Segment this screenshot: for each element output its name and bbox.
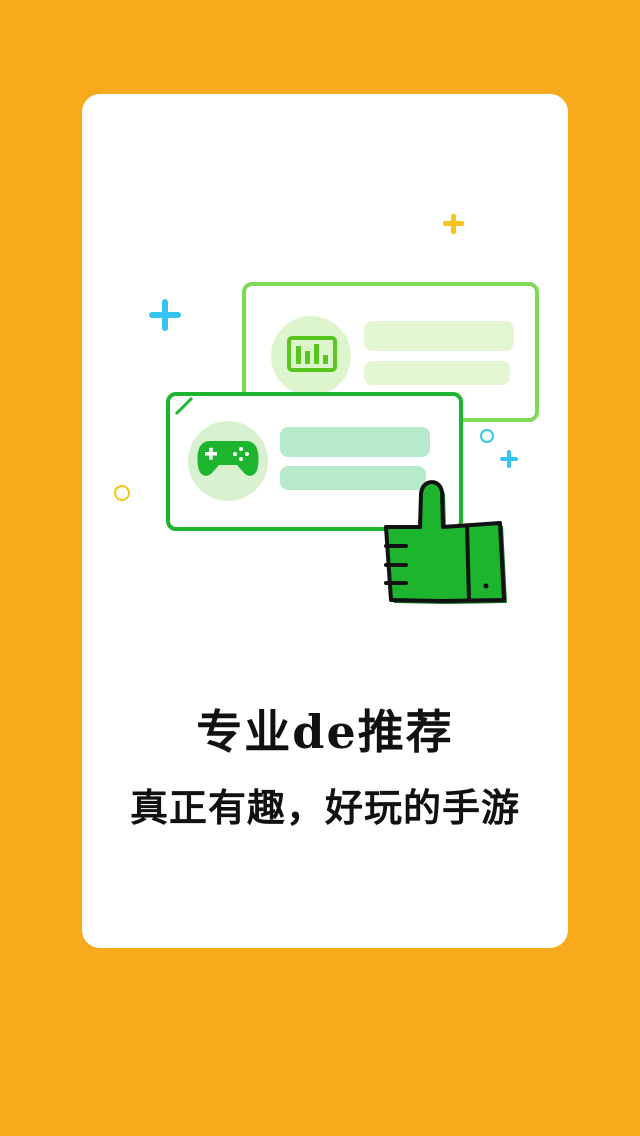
- plus-sparkle-yellow: [443, 214, 464, 234]
- splash-subtitle: 真正有趣，好玩的手游: [129, 786, 520, 830]
- splash-title: 专业de推荐: [196, 705, 454, 759]
- splash-screen: 专业de推荐 真正有趣，好玩的手游: [0, 0, 640, 1136]
- circle-sparkle-blue: [480, 429, 494, 443]
- plus-sparkle-blue-right: [500, 450, 518, 468]
- recommendation-illustration: [114, 214, 539, 604]
- front-recommendation-card: [166, 392, 463, 531]
- splash-card: 专业de推荐 真正有趣，好玩的手游: [82, 94, 568, 948]
- circle-sparkle-yellow: [114, 485, 130, 501]
- plus-sparkle-blue-left: [149, 299, 181, 331]
